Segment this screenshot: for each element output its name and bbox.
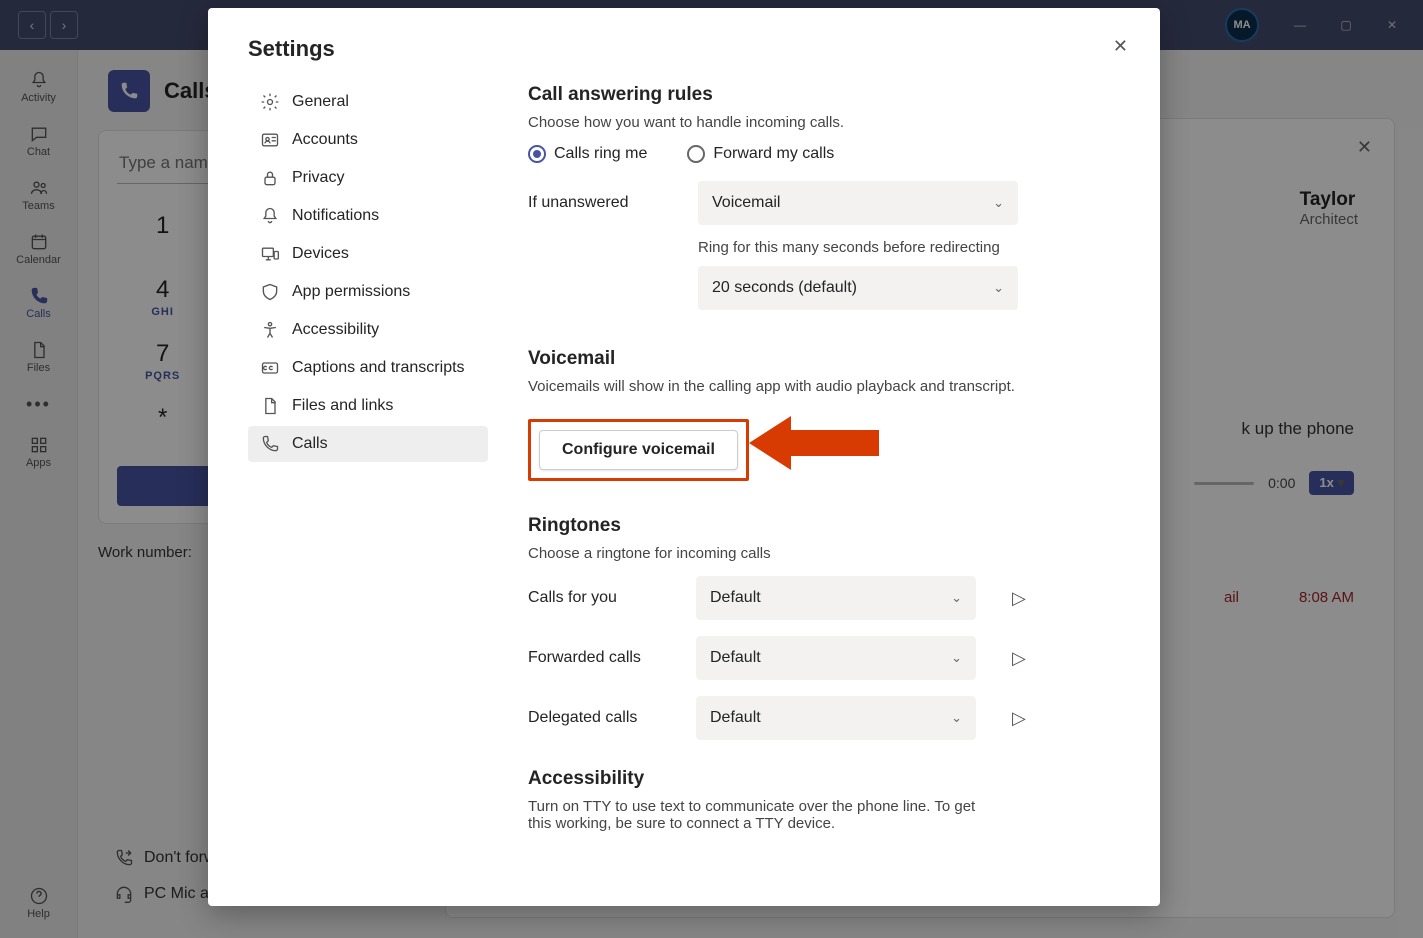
ringtones-sub: Choose a ringtone for incoming calls — [528, 545, 1110, 562]
radio-icon — [528, 145, 546, 163]
configure-voicemail-button[interactable]: Configure voicemail — [539, 430, 738, 470]
accessibility-icon — [260, 320, 280, 340]
if-unanswered-label: If unanswered — [528, 194, 668, 212]
chevron-down-icon: ⌄ — [951, 590, 962, 606]
delegated-calls-label: Delegated calls — [528, 709, 668, 727]
accessibility-heading: Accessibility — [528, 768, 1110, 790]
forwarded-calls-label: Forwarded calls — [528, 649, 668, 667]
accessibility-sub: Turn on TTY to use text to communicate o… — [528, 798, 998, 832]
highlight-box: Configure voicemail — [528, 419, 749, 481]
ring-duration-desc: Ring for this many seconds before redire… — [698, 239, 1110, 256]
chevron-down-icon: ⌄ — [993, 280, 1004, 296]
if-unanswered-select[interactable]: Voicemail ⌄ — [698, 181, 1018, 225]
nav-label: Calls — [292, 435, 328, 453]
calls-for-you-select[interactable]: Default ⌄ — [696, 576, 976, 620]
voicemail-heading: Voicemail — [528, 348, 1110, 370]
nav-label: Notifications — [292, 207, 379, 225]
select-value: Default — [710, 709, 761, 727]
voicemail-sub: Voicemails will show in the calling app … — [528, 378, 1110, 395]
radio-label: Calls ring me — [554, 145, 647, 163]
lock-icon — [260, 168, 280, 188]
nav-label: Files and links — [292, 397, 393, 415]
gear-icon — [260, 92, 280, 112]
nav-label: Privacy — [292, 169, 344, 187]
radio-icon — [687, 145, 705, 163]
nav-calls[interactable]: Calls — [248, 426, 488, 462]
nav-label: Devices — [292, 245, 349, 263]
nav-accessibility[interactable]: Accessibility — [248, 312, 488, 348]
settings-nav: General Accounts Privacy Notifications D… — [248, 84, 488, 906]
chevron-down-icon: ⌄ — [951, 710, 962, 726]
ringtones-heading: Ringtones — [528, 515, 1110, 537]
chevron-down-icon: ⌄ — [993, 195, 1004, 211]
nav-general[interactable]: General — [248, 84, 488, 120]
nav-label: Captions and transcripts — [292, 359, 465, 377]
call-rules-heading: Call answering rules — [528, 84, 1110, 106]
calls-for-you-label: Calls for you — [528, 589, 668, 607]
select-value: Default — [710, 589, 761, 607]
play-icon[interactable]: ▷ — [1012, 588, 1026, 609]
id-card-icon — [260, 130, 280, 150]
bell-icon — [260, 206, 280, 226]
callout-arrow-icon — [749, 410, 879, 476]
delegated-calls-select[interactable]: Default ⌄ — [696, 696, 976, 740]
devices-icon — [260, 244, 280, 264]
captions-icon — [260, 358, 280, 378]
nav-label: General — [292, 93, 349, 111]
nav-accounts[interactable]: Accounts — [248, 122, 488, 158]
nav-label: App permissions — [292, 283, 410, 301]
nav-label: Accounts — [292, 131, 358, 149]
nav-devices[interactable]: Devices — [248, 236, 488, 272]
ring-seconds-select[interactable]: 20 seconds (default) ⌄ — [698, 266, 1018, 310]
phone-icon — [260, 434, 280, 454]
chevron-down-icon: ⌄ — [951, 650, 962, 666]
nav-privacy[interactable]: Privacy — [248, 160, 488, 196]
settings-content: Call answering rules Choose how you want… — [528, 84, 1120, 906]
radio-label: Forward my calls — [713, 145, 834, 163]
nav-notifications[interactable]: Notifications — [248, 198, 488, 234]
radio-calls-ring-me[interactable]: Calls ring me — [528, 145, 647, 163]
shield-icon — [260, 282, 280, 302]
close-icon[interactable]: ✕ — [1113, 36, 1128, 57]
radio-forward-calls[interactable]: Forward my calls — [687, 145, 834, 163]
nav-captions[interactable]: Captions and transcripts — [248, 350, 488, 386]
select-value: Default — [710, 649, 761, 667]
nav-app-permissions[interactable]: App permissions — [248, 274, 488, 310]
play-icon[interactable]: ▷ — [1012, 708, 1026, 729]
file-icon — [260, 396, 280, 416]
play-icon[interactable]: ▷ — [1012, 648, 1026, 669]
select-value: Voicemail — [712, 194, 780, 212]
forwarded-calls-select[interactable]: Default ⌄ — [696, 636, 976, 680]
select-value: 20 seconds (default) — [712, 279, 857, 297]
nav-label: Accessibility — [292, 321, 379, 339]
call-rules-sub: Choose how you want to handle incoming c… — [528, 114, 1110, 131]
settings-modal: Settings ✕ General Accounts Privacy Noti… — [208, 8, 1160, 906]
settings-title: Settings — [248, 36, 1120, 62]
nav-files-links[interactable]: Files and links — [248, 388, 488, 424]
